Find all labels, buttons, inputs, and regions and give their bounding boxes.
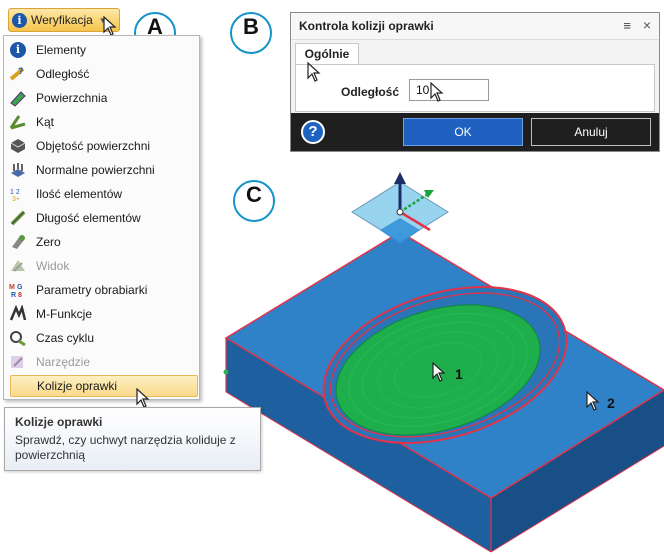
distance-label: Odległość bbox=[341, 85, 400, 99]
dialog-titlebar[interactable]: Kontrola kolizji oprawki ≡ × bbox=[291, 13, 659, 40]
menu-item-parametry[interactable]: MGR8 Parametry obrabiarki bbox=[8, 280, 196, 300]
menu-item-kolizje-oprawki[interactable]: Kolizje oprawki bbox=[10, 375, 198, 397]
m-functions-icon bbox=[8, 304, 28, 324]
surface-label-2: 2 bbox=[607, 395, 615, 411]
cursor-icon bbox=[307, 62, 321, 82]
menu-item-dlugosc[interactable]: Długość elementów bbox=[8, 208, 196, 228]
menu-item-m-funkcje[interactable]: M-Funkcje bbox=[8, 304, 196, 324]
callout-b: B bbox=[230, 12, 272, 54]
cursor-icon bbox=[430, 82, 444, 102]
menu-item-kat[interactable]: Kąt bbox=[8, 112, 196, 132]
cursor-icon bbox=[432, 362, 446, 382]
info-icon: i bbox=[12, 12, 27, 28]
ok-button[interactable]: OK bbox=[403, 118, 523, 146]
menu-item-objetosc[interactable]: Objętość powierzchni bbox=[8, 136, 196, 156]
svg-text:?: ? bbox=[18, 66, 24, 76]
menu-item-narzedzie: Narzędzie bbox=[8, 352, 196, 372]
svg-text:G: G bbox=[17, 284, 23, 291]
ruler-distance-icon: ? bbox=[8, 64, 28, 84]
svg-text:R: R bbox=[11, 292, 16, 299]
distance-input[interactable]: 10 bbox=[409, 79, 489, 101]
volume-icon bbox=[8, 136, 28, 156]
count-icon: 1 2 3+ bbox=[8, 184, 28, 204]
cursor-icon bbox=[586, 391, 600, 411]
cursor-icon bbox=[136, 388, 150, 408]
svg-text:8: 8 bbox=[18, 292, 22, 299]
holder-collision-dialog: Kontrola kolizji oprawki ≡ × Ogólnie Odl… bbox=[290, 12, 660, 152]
cursor-icon bbox=[103, 16, 117, 36]
cycle-time-icon bbox=[8, 328, 28, 348]
info-icon: i bbox=[8, 40, 28, 60]
tooltip-title: Kolizje oprawki bbox=[15, 415, 103, 429]
tab-general[interactable]: Ogólnie bbox=[295, 43, 359, 65]
dialog-footer: ? OK Anuluj bbox=[291, 113, 659, 151]
close-icon[interactable]: × bbox=[643, 17, 651, 33]
ribbon-button-label: Weryfikacja bbox=[31, 13, 93, 27]
cancel-button[interactable]: Anuluj bbox=[531, 118, 651, 146]
machine-params-icon: MGR8 bbox=[8, 280, 28, 300]
tool-icon bbox=[8, 352, 28, 372]
angle-icon bbox=[8, 112, 28, 132]
view-icon bbox=[8, 256, 28, 276]
menu-item-odleglosc[interactable]: ? Odległość bbox=[8, 64, 196, 84]
tooltip-description: Sprawdź, czy uchwyt narzędzia koliduje z… bbox=[15, 433, 236, 462]
zero-icon bbox=[8, 232, 28, 252]
normals-icon bbox=[8, 160, 28, 180]
callout-c: C bbox=[233, 180, 275, 222]
surface-icon bbox=[8, 88, 28, 108]
help-icon[interactable]: ? bbox=[301, 120, 325, 144]
svg-text:3+: 3+ bbox=[12, 196, 20, 203]
svg-text:M: M bbox=[9, 284, 15, 291]
menu-item-czas-cyklu[interactable]: Czas cyklu bbox=[8, 328, 196, 348]
menu-item-widok: Widok bbox=[8, 256, 196, 276]
menu-item-normalne[interactable]: Normalne powierzchni bbox=[8, 160, 196, 180]
menu-icon[interactable]: ≡ bbox=[623, 18, 631, 33]
menu-tooltip: Kolizje oprawki Sprawdź, czy uchwyt narz… bbox=[4, 407, 261, 471]
verification-menu: i Elementy ? Odległość Powierzchnia Kąt … bbox=[3, 35, 200, 400]
menu-item-ilosc[interactable]: 1 2 3+ Ilość elementów bbox=[8, 184, 196, 204]
menu-item-powierzchnia[interactable]: Powierzchnia bbox=[8, 88, 196, 108]
length-icon bbox=[8, 208, 28, 228]
menu-item-zero[interactable]: Zero bbox=[8, 232, 196, 252]
surface-label-1: 1 bbox=[455, 366, 463, 382]
svg-text:1 2: 1 2 bbox=[10, 189, 20, 196]
dialog-title: Kontrola kolizji oprawki bbox=[299, 19, 434, 33]
menu-item-elementy[interactable]: i Elementy bbox=[8, 40, 196, 60]
